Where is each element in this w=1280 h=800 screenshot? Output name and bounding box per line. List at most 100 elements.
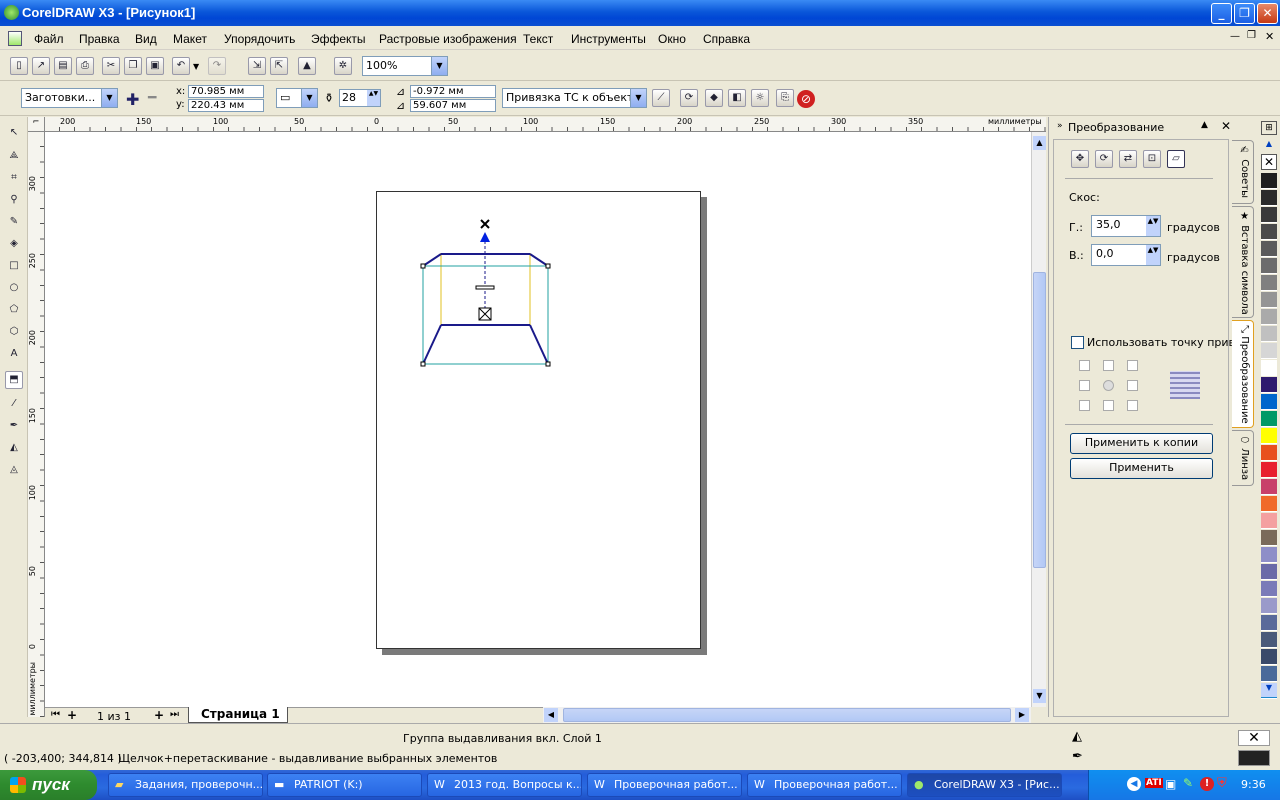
spinner-icon[interactable]: ▲▼ xyxy=(367,90,380,106)
vanishing-point-y-field[interactable]: 59.607 мм xyxy=(410,99,496,112)
rotate-icon[interactable]: ⟳ xyxy=(1095,150,1113,168)
skew-icon[interactable]: ▱ xyxy=(1167,150,1185,168)
scroll-left-icon[interactable]: ◀ xyxy=(544,708,558,722)
basic-shapes-tool-icon[interactable]: ⬡ xyxy=(5,324,23,342)
extrude-tool-icon[interactable]: ⬒ xyxy=(5,371,23,389)
coreldraw-app-icon[interactable] xyxy=(4,5,19,20)
tab-lens[interactable]: ⬭ Линза xyxy=(1232,430,1254,486)
color-swatch[interactable] xyxy=(1261,309,1277,325)
horizontal-scroll-thumb[interactable] xyxy=(563,708,1011,722)
apply-button[interactable]: Применить xyxy=(1070,458,1213,479)
extrusion-color-icon[interactable]: ◆ xyxy=(705,89,723,107)
menu-file[interactable]: Файл xyxy=(34,32,64,46)
menu-tools[interactable]: Инструменты xyxy=(571,32,646,46)
doc-restore-button[interactable]: ❐ xyxy=(1247,30,1256,41)
size-icon[interactable]: ⊡ xyxy=(1143,150,1161,168)
color-swatch[interactable] xyxy=(1261,632,1277,648)
rectangle-tool-icon[interactable]: □ xyxy=(5,258,23,276)
menu-window[interactable]: Окно xyxy=(658,32,686,46)
fill-tool-icon[interactable]: ◭ xyxy=(5,440,23,458)
vanishing-point-x-field[interactable]: -0.972 мм xyxy=(410,85,496,98)
minimize-button[interactable]: _ xyxy=(1211,3,1232,24)
ellipse-tool-icon[interactable]: ○ xyxy=(5,280,23,298)
text-tool-icon[interactable]: A xyxy=(5,346,23,364)
undo-icon[interactable]: ↶ xyxy=(172,57,190,75)
copy-extrusion-icon[interactable]: ⎘ xyxy=(776,89,794,107)
vertical-skew-field[interactable]: 0,0 ▲▼ xyxy=(1091,244,1161,266)
tab-page-1[interactable]: Страница 1 xyxy=(188,707,288,723)
anchor-point[interactable] xyxy=(1079,360,1090,371)
scale-mirror-icon[interactable]: ⇄ xyxy=(1119,150,1137,168)
application-launcher-icon[interactable]: ▲ xyxy=(298,57,316,75)
color-swatch[interactable] xyxy=(1261,428,1277,444)
color-swatch[interactable] xyxy=(1261,564,1277,580)
docker-close-icon[interactable]: ✕ xyxy=(1221,119,1231,133)
open-icon[interactable]: ↗ xyxy=(32,57,50,75)
add-preset-icon[interactable]: ✚ xyxy=(126,90,139,109)
anchor-point[interactable] xyxy=(1127,360,1138,371)
object-y-field[interactable]: 220.43 мм xyxy=(188,99,264,112)
cut-icon[interactable]: ✂ xyxy=(102,57,120,75)
undo-dropdown-icon[interactable]: ▼ xyxy=(193,62,199,71)
redo-icon[interactable]: ↷ xyxy=(208,57,226,75)
chevron-down-icon[interactable]: ▼ xyxy=(301,89,317,107)
color-swatch[interactable] xyxy=(1261,547,1277,563)
print-icon[interactable]: ⎙ xyxy=(76,57,94,75)
vertical-ruler[interactable]: 300 250 200 150 100 50 0 миллиметры xyxy=(28,132,45,717)
depth-slider-handle[interactable] xyxy=(475,285,495,290)
vertical-scroll-thumb[interactable] xyxy=(1033,272,1046,568)
first-page-icon[interactable]: ⏮ xyxy=(51,709,60,720)
docker-expand-icon[interactable]: » xyxy=(1057,121,1063,131)
color-swatch[interactable] xyxy=(1261,530,1277,546)
color-swatch[interactable] xyxy=(1261,649,1277,665)
chevron-down-icon[interactable]: ▼ xyxy=(630,89,646,107)
extrusion-bevel-icon[interactable]: ◧ xyxy=(728,89,746,107)
outline-tool-icon[interactable]: ✒ xyxy=(5,418,23,436)
welcome-screen-icon[interactable]: ✲ xyxy=(334,57,352,75)
palette-scroll-down-icon[interactable]: ▼ xyxy=(1261,683,1277,697)
extrusion-type-combo[interactable]: ▭ ▼ xyxy=(276,88,318,108)
menu-arrange[interactable]: Упорядочить xyxy=(224,32,295,46)
tab-transform[interactable]: ⤡ Преобразование xyxy=(1232,320,1254,428)
paste-icon[interactable]: ▣ xyxy=(146,57,164,75)
color-swatch[interactable] xyxy=(1261,326,1277,342)
task-patriot[interactable]: ▬ PATRIOT (K:) xyxy=(267,773,422,797)
crop-tool-icon[interactable]: ⌗ xyxy=(5,170,23,188)
doc-close-button[interactable]: ✕ xyxy=(1265,30,1274,43)
ati-icon[interactable]: ATI xyxy=(1145,778,1163,788)
anchor-checkbox[interactable] xyxy=(1071,336,1084,349)
zoom-tool-icon[interactable]: ⚲ xyxy=(5,192,23,210)
color-swatch[interactable] xyxy=(1261,360,1277,376)
smart-fill-tool-icon[interactable]: ◈ xyxy=(5,236,23,254)
presets-combo[interactable]: Заготовки... ▼ xyxy=(21,88,118,108)
task-zadaniya[interactable]: ▰ Задания, проверочн... xyxy=(108,773,263,797)
pick-tool-icon[interactable]: ↖ xyxy=(5,125,23,143)
color-swatch[interactable] xyxy=(1261,258,1277,274)
polygon-tool-icon[interactable]: ⬠ xyxy=(5,302,23,320)
spinner-icon[interactable]: ▲▼ xyxy=(1146,216,1160,236)
extrude-rotation-icon[interactable]: ⟳ xyxy=(680,89,698,107)
color-swatch[interactable] xyxy=(1261,190,1277,206)
color-swatch[interactable] xyxy=(1261,292,1277,308)
task-word-2013[interactable]: W 2013 год. Вопросы к... xyxy=(427,773,582,797)
close-button[interactable]: ✕ xyxy=(1257,3,1278,24)
remove-preset-icon[interactable]: ━ xyxy=(148,90,156,106)
horizontal-scrollbar[interactable]: ◀ ▶ xyxy=(543,707,1031,723)
anchor-point[interactable] xyxy=(1127,400,1138,411)
extrusion-direction-arrow-icon[interactable] xyxy=(480,232,490,242)
shape-tool-icon[interactable]: ⟁ xyxy=(5,148,23,166)
palette-options-icon[interactable]: ⊞ xyxy=(1261,121,1277,135)
color-swatch[interactable] xyxy=(1261,224,1277,240)
color-swatch[interactable] xyxy=(1261,598,1277,614)
anchor-point[interactable] xyxy=(1079,400,1090,411)
horizontal-ruler[interactable]: 200 150 100 50 0 50 100 150 200 250 300 … xyxy=(28,117,1046,132)
extruded-object[interactable] xyxy=(415,212,560,372)
anchor-point[interactable] xyxy=(1079,380,1090,391)
color-swatch[interactable] xyxy=(1261,377,1277,393)
freehand-tool-icon[interactable]: ✎ xyxy=(5,214,23,232)
doc-minimize-button[interactable]: — xyxy=(1230,31,1240,42)
apply-to-duplicate-button[interactable]: Применить к копии xyxy=(1070,433,1213,454)
tab-insert-character[interactable]: ★ Вставка символа xyxy=(1232,206,1254,318)
last-page-icon[interactable]: ⏭ xyxy=(170,709,179,720)
network-icon[interactable]: ▣ xyxy=(1165,777,1176,791)
